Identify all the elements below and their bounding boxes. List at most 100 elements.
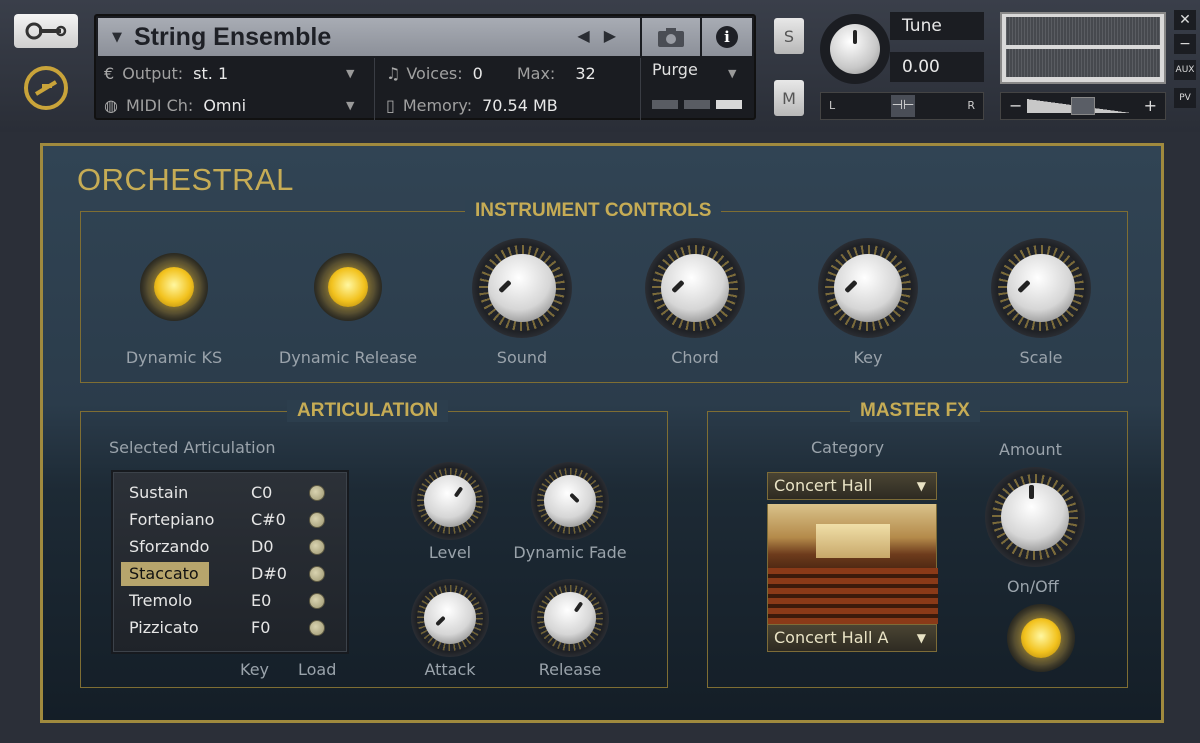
memory-field: ▯ Memory: 70.54 MB <box>386 90 558 120</box>
mute-button[interactable]: M <box>774 80 804 116</box>
list-item-selected[interactable]: Staccato D#0 <box>121 562 343 586</box>
wrench-icon <box>25 22 67 40</box>
prev-next-arrows[interactable]: ◀▶ <box>577 26 630 45</box>
articulation-name: Staccato <box>121 562 209 586</box>
load-indicator[interactable] <box>309 620 325 636</box>
tune-knob[interactable] <box>820 14 890 84</box>
load-indicator[interactable] <box>309 539 325 555</box>
list-item[interactable]: Sforzando D0 <box>121 535 343 559</box>
collapse-icon[interactable]: ▼ <box>112 30 122 45</box>
output-label: Output: <box>122 63 184 83</box>
instrument-title-bar[interactable]: ▼ String Ensemble ◀▶ <box>98 18 640 56</box>
dynamic-release-label: Dynamic Release <box>278 348 418 367</box>
articulation-key: D#0 <box>251 564 287 583</box>
load-indicator[interactable] <box>309 512 325 528</box>
midi-value: Omni <box>203 95 247 115</box>
articulation-key: E0 <box>251 591 272 610</box>
load-indicator[interactable] <box>309 485 325 501</box>
solo-button[interactable]: S <box>774 18 804 54</box>
load-indicator[interactable] <box>309 566 325 582</box>
level-knob[interactable] <box>411 462 489 540</box>
list-item[interactable]: Sustain C0 <box>121 481 343 505</box>
scale-knob[interactable] <box>991 238 1091 338</box>
list-item[interactable]: Tremolo E0 <box>121 589 343 613</box>
articulation-name: Sforzando <box>129 537 210 556</box>
tune-label: Tune <box>890 12 984 40</box>
max-value[interactable]: 32 <box>575 64 595 83</box>
output-selector[interactable]: € Output: st. 1 <box>104 58 366 88</box>
dynamic-ks-toggle[interactable] <box>140 253 208 321</box>
pv-button[interactable]: PV <box>1174 88 1196 108</box>
voices-field: ♫ Voices: 0 Max: 32 <box>386 58 596 88</box>
release-knob[interactable] <box>531 579 609 657</box>
instrument-title: ORCHESTRAL <box>77 162 294 197</box>
camera-icon <box>658 28 684 47</box>
instrument-name[interactable]: String Ensemble <box>134 23 331 52</box>
purge-indicator <box>652 100 742 109</box>
chord-label: Chord <box>671 348 719 367</box>
load-indicator[interactable] <box>309 593 325 609</box>
midi-channel-selector[interactable]: ◍ MIDI Ch: Omni <box>104 90 366 120</box>
master-fx-toggle[interactable] <box>1007 604 1075 672</box>
scale-label: Scale <box>1019 348 1063 367</box>
articulation-name: Pizzicato <box>129 618 199 637</box>
articulation-name: Tremolo <box>129 591 193 610</box>
purge-dropdown-icon[interactable]: ▼ <box>728 67 736 80</box>
dynamic-release-toggle[interactable] <box>314 253 382 321</box>
output-dropdown-icon[interactable]: ▼ <box>346 67 354 80</box>
attack-knob[interactable] <box>411 579 489 657</box>
midi-dropdown-icon[interactable]: ▼ <box>346 99 354 112</box>
amount-label: Amount <box>999 440 1062 459</box>
master-fx-title: MASTER FX <box>850 400 980 422</box>
articulation-key: C#0 <box>251 510 286 529</box>
dynamic-fade-knob[interactable] <box>531 462 609 540</box>
tune-value[interactable]: 0.00 <box>890 52 984 82</box>
articulation-key: D0 <box>251 537 274 556</box>
key-label: Key <box>853 348 883 367</box>
pan-right-label: R <box>967 99 975 112</box>
chord-knob[interactable] <box>645 238 745 338</box>
minimize-button[interactable]: − <box>1174 34 1196 54</box>
category-label: Category <box>811 438 885 457</box>
close-button[interactable]: ✕ <box>1174 10 1196 30</box>
output-icon: € <box>104 63 115 83</box>
snapshot-button[interactable] <box>642 18 700 56</box>
key-column-label: Key <box>240 660 270 679</box>
selected-articulation-label: Selected Articulation <box>109 438 276 457</box>
instrument-panel: ORCHESTRAL INSTRUMENT CONTROLS Dynamic K… <box>40 143 1164 723</box>
sound-knob[interactable] <box>472 238 572 338</box>
volume-slider[interactable]: − + <box>1000 92 1166 120</box>
amount-knob[interactable] <box>985 467 1085 567</box>
articulation-title: ARTICULATION <box>287 400 449 422</box>
articulation-key: C0 <box>251 483 273 502</box>
chevron-down-icon: ▼ <box>916 479 926 493</box>
voices-label: Voices: <box>406 63 463 83</box>
logo-icon <box>24 66 68 110</box>
level-meter <box>1000 12 1166 84</box>
pan-slider[interactable]: L ⊣⊢ R <box>820 92 984 120</box>
memory-icon: ▯ <box>386 95 395 115</box>
preset-dropdown[interactable]: Concert Hall A ▼ <box>767 624 937 652</box>
list-item[interactable]: Pizzicato F0 <box>121 616 343 640</box>
volume-minus: − <box>1009 96 1023 115</box>
aux-button[interactable]: AUX <box>1174 60 1196 80</box>
volume-handle[interactable] <box>1071 97 1095 115</box>
output-value: st. 1 <box>193 63 229 83</box>
info-button[interactable]: i <box>702 18 752 56</box>
purge-button[interactable]: Purge <box>652 60 698 79</box>
category-dropdown[interactable]: Concert Hall ▼ <box>767 472 937 500</box>
list-item[interactable]: Fortepiano C#0 <box>121 508 343 532</box>
pan-handle[interactable]: ⊣⊢ <box>891 95 915 117</box>
pan-left-label: L <box>829 99 836 112</box>
articulation-name: Sustain <box>129 483 189 502</box>
instrument-header-panel: ▼ String Ensemble ◀▶ i € Output: st. 1 ▼… <box>94 14 756 120</box>
preset-value: Concert Hall A <box>774 628 889 647</box>
articulation-list[interactable]: Sustain C0 Fortepiano C#0 Sforzando D0 S… <box>111 470 349 654</box>
onoff-label: On/Off <box>1007 577 1059 596</box>
voices-value: 0 <box>472 63 483 83</box>
wrench-button[interactable] <box>14 14 78 48</box>
category-value: Concert Hall <box>774 476 873 495</box>
chevron-down-icon: ▼ <box>916 631 926 645</box>
midi-label: MIDI Ch: <box>125 95 194 115</box>
key-knob[interactable] <box>818 238 918 338</box>
